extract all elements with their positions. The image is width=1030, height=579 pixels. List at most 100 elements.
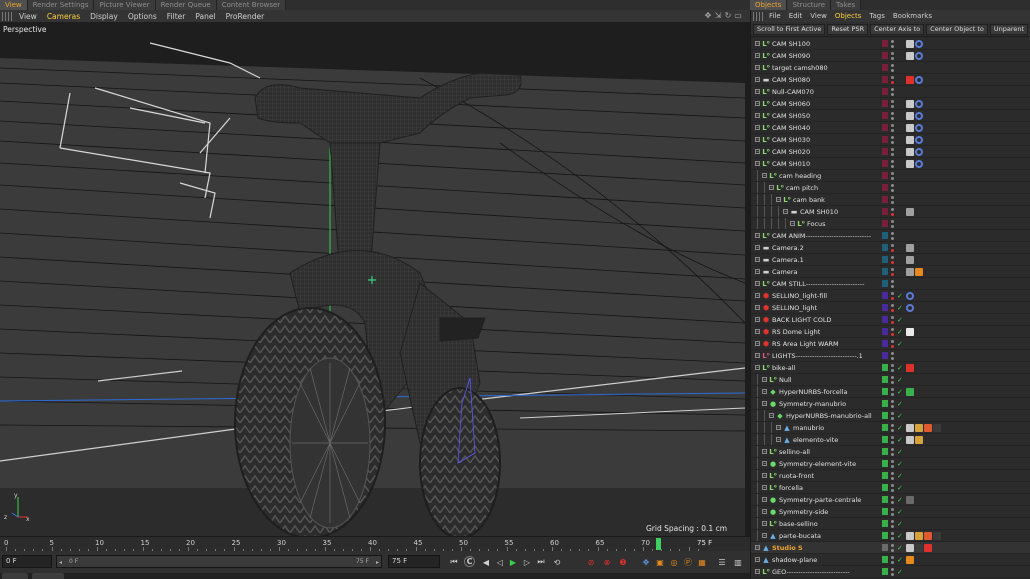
enabled-check-icon[interactable]: ✓ <box>897 362 903 374</box>
object-tag-icon[interactable] <box>915 40 923 48</box>
object-tag-icon[interactable] <box>906 136 914 144</box>
object-tag-icon[interactable] <box>906 364 914 372</box>
play-backward-icon[interactable]: ◁ <box>494 556 506 568</box>
visibility-dots[interactable] <box>891 123 894 133</box>
object-tag-icon[interactable] <box>906 112 914 120</box>
layer-color-swatch[interactable] <box>882 88 888 95</box>
object-tag-icon[interactable] <box>924 532 932 540</box>
visibility-dots[interactable] <box>891 459 894 469</box>
object-tag-icon[interactable] <box>915 160 923 168</box>
tab-structure[interactable]: Structure <box>787 0 832 10</box>
expand-toggle-icon[interactable]: − <box>755 341 760 346</box>
object-row[interactable]: − L⁰ ruota-front ✓ <box>751 470 1030 482</box>
visibility-dots[interactable] <box>891 303 894 313</box>
layer-color-swatch[interactable] <box>882 532 888 539</box>
layer-color-swatch[interactable] <box>882 148 888 155</box>
loop-icon[interactable]: ⟲ <box>551 556 563 568</box>
object-tag-icon[interactable] <box>915 532 923 540</box>
next-frame-icon[interactable]: ▷ <box>521 556 533 568</box>
layer-color-swatch[interactable] <box>882 436 888 443</box>
layer-color-swatch[interactable] <box>882 136 888 143</box>
object-tag-icon[interactable] <box>906 544 914 552</box>
expand-toggle-icon[interactable]: − <box>762 521 767 526</box>
visibility-dots[interactable] <box>891 51 894 61</box>
expand-toggle-icon[interactable]: − <box>755 101 760 106</box>
viewport-menu-prorender[interactable]: ProRender <box>221 12 270 21</box>
layer-color-swatch[interactable] <box>882 292 888 299</box>
expand-toggle-icon[interactable]: − <box>762 461 767 466</box>
visibility-dots[interactable] <box>891 183 894 193</box>
object-tag-icon[interactable] <box>915 76 923 84</box>
visibility-dots[interactable] <box>891 471 894 481</box>
object-tag-icon[interactable] <box>906 328 914 336</box>
expand-toggle-icon[interactable]: − <box>762 485 767 490</box>
layer-color-swatch[interactable] <box>882 556 888 563</box>
layer-color-swatch[interactable] <box>882 76 888 83</box>
object-tag-icon[interactable] <box>906 208 914 216</box>
object-row[interactable]: − L⁰ CAM ANIM---------------------------- <box>751 230 1030 242</box>
object-row[interactable]: − ● Symmetry-element-vite ✓ <box>751 458 1030 470</box>
object-row[interactable]: − L⁰ CAM SH020 <box>751 146 1030 158</box>
expand-toggle-icon[interactable]: − <box>755 53 760 58</box>
layer-color-swatch[interactable] <box>882 172 888 179</box>
object-tag-icon[interactable] <box>933 424 941 432</box>
expand-toggle-icon[interactable]: − <box>755 245 760 250</box>
object-row[interactable]: − L⁰ GEO--------------------------- ✓ <box>751 566 1030 578</box>
viewport-menu-display[interactable]: Display <box>85 12 123 21</box>
layer-color-swatch[interactable] <box>882 496 888 503</box>
object-tag-icon[interactable] <box>906 556 914 564</box>
object-row[interactable]: − ⬢ RS Area Light WARM ✓ <box>751 338 1030 350</box>
layer-color-swatch[interactable] <box>882 196 888 203</box>
current-frame-field[interactable]: 0 F <box>2 555 52 568</box>
zoom-view-icon[interactable]: ⇲ <box>714 11 722 20</box>
visibility-dots[interactable] <box>891 243 894 253</box>
object-tag-icon[interactable] <box>906 100 914 108</box>
visibility-dots[interactable] <box>891 159 894 169</box>
layer-color-swatch[interactable] <box>882 160 888 167</box>
object-row[interactable]: − ⬢ SELLINO_light ✓ <box>751 302 1030 314</box>
object-row[interactable]: − ▬ CAM SH010 <box>751 206 1030 218</box>
layer-color-swatch[interactable] <box>882 472 888 479</box>
expand-toggle-icon[interactable]: − <box>755 161 760 166</box>
enabled-check-icon[interactable]: ✓ <box>897 326 903 338</box>
autokey-icon[interactable]: ⊗ <box>601 556 613 568</box>
object-row[interactable]: − L⁰ CAM SH050 <box>751 110 1030 122</box>
enabled-check-icon[interactable]: ✓ <box>897 530 903 542</box>
enabled-check-icon[interactable]: ✓ <box>897 314 903 326</box>
object-tag-icon[interactable] <box>906 244 914 252</box>
object-tag-icon[interactable] <box>924 544 932 552</box>
object-row[interactable]: − ▲ manubrio ✓ <box>751 422 1030 434</box>
object-tag-icon[interactable] <box>906 256 914 264</box>
expand-toggle-icon[interactable]: − <box>755 65 760 70</box>
move-view-icon[interactable]: ✥ <box>704 11 712 20</box>
layer-color-swatch[interactable] <box>882 388 888 395</box>
object-tag-icon[interactable] <box>906 436 914 444</box>
om-toolbar-scroll-to-first-active-button[interactable]: Scroll to First Active <box>753 23 826 35</box>
object-row[interactable]: − ◆ HyperNURBS-manubrio-all ✓ <box>751 410 1030 422</box>
object-row[interactable]: − L⁰ cam heading <box>751 170 1030 182</box>
enabled-check-icon[interactable]: ✓ <box>897 290 903 302</box>
status-tab-1[interactable] <box>2 573 28 579</box>
expand-toggle-icon[interactable]: − <box>762 533 767 538</box>
tab-render-settings[interactable]: Render Settings <box>27 0 95 10</box>
viewport-menu-view[interactable]: View <box>14 12 42 21</box>
visibility-dots[interactable] <box>891 135 894 145</box>
expand-toggle-icon[interactable]: − <box>755 365 760 370</box>
expand-toggle-icon[interactable]: − <box>755 269 760 274</box>
layer-color-swatch[interactable] <box>882 424 888 431</box>
visibility-dots[interactable] <box>891 75 894 85</box>
expand-toggle-icon[interactable]: − <box>769 413 774 418</box>
object-tag-icon[interactable] <box>906 76 914 84</box>
expand-toggle-icon[interactable]: − <box>762 389 767 394</box>
visibility-dots[interactable] <box>891 507 894 517</box>
tab-picture-viewer[interactable]: Picture Viewer <box>94 0 156 10</box>
layer-color-swatch[interactable] <box>882 64 888 71</box>
position-key-icon[interactable]: ✥ <box>640 556 652 568</box>
enabled-check-icon[interactable]: ✓ <box>897 458 903 470</box>
visibility-dots[interactable] <box>891 567 894 577</box>
object-tag-icon[interactable] <box>933 532 941 540</box>
enabled-check-icon[interactable]: ✓ <box>897 494 903 506</box>
tab-content-browser[interactable]: Content Browser <box>216 0 287 10</box>
om-toolbar-unparent-button[interactable]: Unparent <box>989 23 1029 35</box>
object-row[interactable]: − L⁰ bike-all ✓ <box>751 362 1030 374</box>
